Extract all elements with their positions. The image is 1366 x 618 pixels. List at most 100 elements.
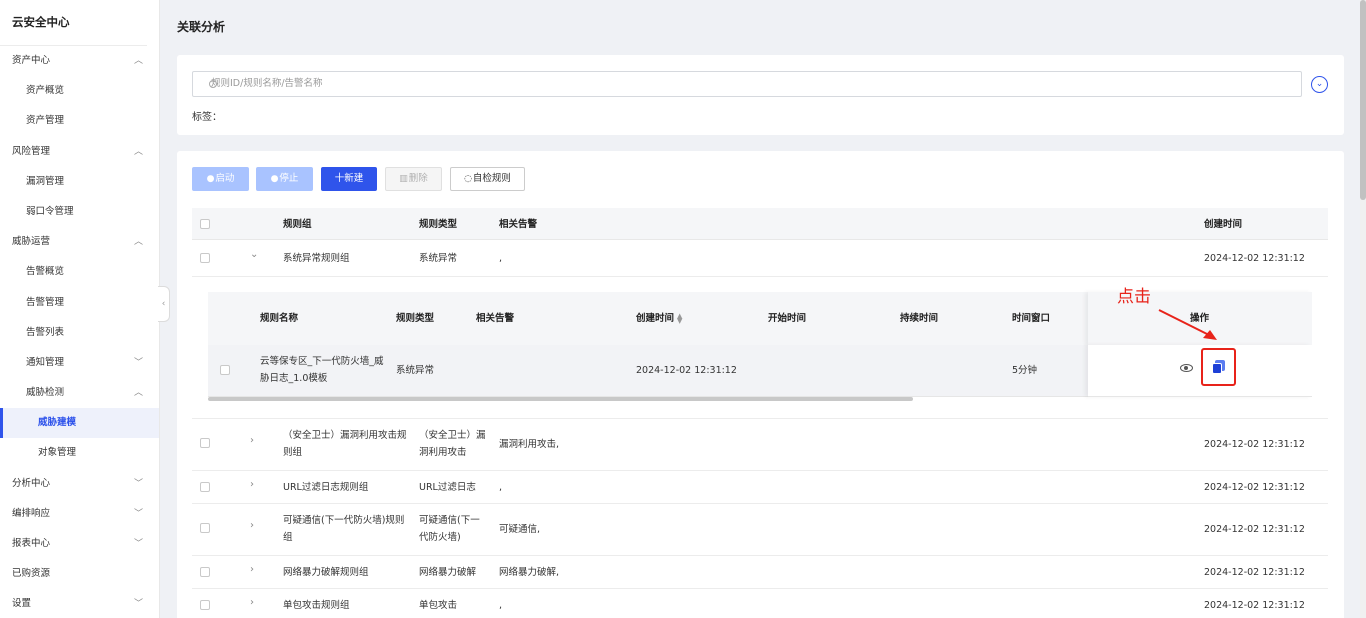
chevron-left-icon: ‹: [161, 299, 166, 309]
row-checkbox[interactable]: [200, 567, 210, 577]
row-checkbox[interactable]: [200, 253, 210, 263]
sub-header-name: 规则名称: [260, 313, 299, 324]
chevron-down-icon[interactable]: ﹀: [134, 348, 143, 378]
sidebar-item-label: 资产概览: [26, 85, 65, 97]
sub-table-row[interactable]: 云等保专区_下一代防火墙_威胁日志_1.0模板 系统异常 2024-12-02 …: [208, 345, 1088, 397]
sort-icon[interactable]: ▲ ▼: [677, 312, 682, 324]
sidebar-item-label: 弱口令管理: [26, 205, 74, 217]
sub-header-duration: 持续时间: [900, 313, 939, 324]
start-button[interactable]: ●启动: [192, 167, 249, 191]
chevron-up-icon[interactable]: ︿: [134, 227, 143, 257]
sidebar-item-5[interactable]: 弱口令管理: [0, 197, 159, 227]
search-input[interactable]: 规则ID/规则名称/告警名称: [192, 71, 1302, 97]
header-alerts: 相关告警: [499, 219, 538, 230]
delete-label: 删除: [408, 173, 428, 184]
sidebar-item-11[interactable]: 威胁检测 ︿: [0, 378, 159, 408]
cell-group: 可疑通信(下一代防火墙)规则组: [283, 515, 405, 543]
sidebar-item-7[interactable]: 告警概览: [0, 257, 159, 287]
sidebar-item-2[interactable]: 资产管理: [0, 106, 159, 136]
cell-group: 系统异常规则组: [283, 253, 350, 264]
sidebar: 云安全中心 资产中心 ︿ 资产概览 资产管理 风险管理 ︿ 漏洞管理 弱口令管理 威胁运营 ︿ 告警…: [0, 0, 160, 618]
tag-label: 标签：: [192, 112, 222, 123]
sidebar-item-14[interactable]: 分析中心 ﹀: [0, 469, 159, 499]
chevron-right-icon[interactable]: ›: [250, 597, 254, 608]
header-created: 创建时间: [1204, 219, 1243, 230]
sub-cell-type: 系统异常: [396, 365, 435, 376]
cell-created: 2024-12-02 12:31:12: [1204, 524, 1305, 535]
select-all-checkbox[interactable]: [200, 219, 210, 229]
header-group: 规则组: [283, 219, 312, 230]
row-checkbox[interactable]: [200, 600, 210, 610]
table-row[interactable]: › （安全卫士）漏洞利用攻击规则组 （安全卫士）漏洞利用攻击 漏洞利用攻击, 2…: [192, 419, 1328, 471]
sub-header-created[interactable]: 创建时间 ▲ ▼: [636, 310, 682, 327]
chevron-right-icon[interactable]: ›: [250, 479, 254, 490]
chevron-right-icon[interactable]: ›: [250, 564, 254, 575]
sidebar-item-label: 威胁建模: [38, 417, 77, 429]
sidebar-item-6[interactable]: 威胁运营 ︿: [0, 227, 159, 257]
sidebar-item-label: 通知管理: [26, 356, 65, 368]
chevron-up-icon[interactable]: ︿: [134, 378, 143, 408]
header-type: 规则类型: [419, 219, 458, 230]
sidebar-item-17[interactable]: 已购资源: [0, 559, 159, 589]
new-button[interactable]: 十新建: [321, 167, 377, 191]
sub-cell-name: 云等保专区_下一代防火墙_威胁日志_1.0模板: [260, 356, 384, 384]
collapse-sidebar-button[interactable]: ‹: [158, 286, 170, 322]
delete-button[interactable]: ▥删除: [385, 167, 442, 191]
sidebar-item-9[interactable]: 告警列表: [0, 318, 159, 348]
sidebar-item-16[interactable]: 报表中心 ﹀: [0, 529, 159, 559]
start-label: 启动: [215, 173, 235, 184]
table-row[interactable]: ⌄ 系统异常规则组 系统异常 , 2024-12-02 12:31:12: [192, 241, 1328, 277]
table-row[interactable]: › URL过滤日志规则组 URL过滤日志 , 2024-12-02 12:31:…: [192, 471, 1328, 504]
chevron-down-icon[interactable]: ﹀: [134, 589, 143, 618]
sidebar-item-label: 威胁检测: [26, 387, 65, 399]
sidebar-item-label: 威胁运营: [12, 236, 51, 248]
table-row[interactable]: › 网络暴力破解规则组 网络暴力破解 网络暴力破解, 2024-12-02 12…: [192, 556, 1328, 589]
table-row[interactable]: › 单包攻击规则组 单包攻击 , 2024-12-02 12:31:12: [192, 589, 1328, 618]
cell-group: 单包攻击规则组: [283, 600, 350, 611]
sidebar-item-18[interactable]: 设置 ﹀: [0, 589, 159, 618]
sidebar-item-12[interactable]: 威胁建模: [0, 408, 159, 439]
sidebar-item-4[interactable]: 漏洞管理: [0, 167, 159, 197]
chevron-down-icon: ⌄: [1315, 79, 1324, 89]
stop-label: 停止: [279, 173, 299, 184]
page-scrollbar-thumb[interactable]: [1360, 0, 1366, 200]
stop-button[interactable]: ●停止: [256, 167, 313, 191]
cell-created: 2024-12-02 12:31:12: [1204, 600, 1305, 611]
sidebar-item-label: 对象管理: [38, 447, 77, 459]
chevron-down-icon[interactable]: ﹀: [134, 469, 143, 499]
expand-filter-button[interactable]: ⌄: [1311, 76, 1328, 93]
sidebar-item-15[interactable]: 编排响应 ﹀: [0, 499, 159, 529]
chevron-up-icon[interactable]: ︿: [134, 137, 143, 167]
table-row[interactable]: › 可疑通信(下一代防火墙)规则组 可疑通信(下一代防火墙) 可疑通信, 202…: [192, 504, 1328, 556]
cell-type: URL过滤日志: [419, 482, 476, 493]
chevron-right-icon[interactable]: ›: [250, 435, 254, 446]
view-eye-icon[interactable]: [1180, 364, 1193, 372]
row-checkbox[interactable]: [200, 438, 210, 448]
chevron-down-icon[interactable]: ﹀: [134, 529, 143, 559]
chevron-right-icon[interactable]: ›: [250, 520, 254, 531]
sub-row-checkbox[interactable]: [220, 365, 230, 375]
annotation-text: 点击: [1117, 287, 1151, 307]
cell-group: 网络暴力破解规则组: [283, 567, 369, 578]
row-checkbox[interactable]: [200, 482, 210, 492]
sidebar-item-13[interactable]: 对象管理: [0, 438, 159, 468]
copy-button[interactable]: [1201, 348, 1236, 386]
search-placeholder: 规则ID/规则名称/告警名称: [211, 78, 323, 89]
sidebar-item-1[interactable]: 资产概览: [0, 76, 159, 106]
rule-table-panel: ●启动 ●停止 十新建 ▥删除 ◌自检规则 规则组 规则类型 相关告警 创建时间…: [177, 151, 1344, 618]
refresh-icon: ◌: [464, 174, 472, 184]
sidebar-item-10[interactable]: 通知管理 ﹀: [0, 348, 159, 378]
sidebar-menu: 资产中心 ︿ 资产概览 资产管理 风险管理 ︿ 漏洞管理 弱口令管理 威胁运营 ︿ 告警概览 告警管理…: [0, 46, 159, 618]
cell-type: 可疑通信(下一代防火墙): [419, 515, 480, 543]
horizontal-scrollbar[interactable]: [208, 397, 913, 401]
chevron-down-icon[interactable]: ﹀: [134, 499, 143, 529]
sidebar-item-3[interactable]: 风险管理 ︿: [0, 137, 159, 167]
row-checkbox[interactable]: [200, 523, 210, 533]
sidebar-item-0[interactable]: 资产中心 ︿: [0, 46, 159, 76]
sidebar-item-8[interactable]: 告警管理: [0, 288, 159, 318]
chevron-up-icon[interactable]: ︿: [134, 46, 143, 76]
chevron-down-icon[interactable]: ⌄: [250, 249, 258, 260]
selfcheck-button[interactable]: ◌自检规则: [450, 167, 525, 191]
copy-icon: [1212, 360, 1225, 374]
page-scrollbar[interactable]: [1360, 0, 1366, 618]
